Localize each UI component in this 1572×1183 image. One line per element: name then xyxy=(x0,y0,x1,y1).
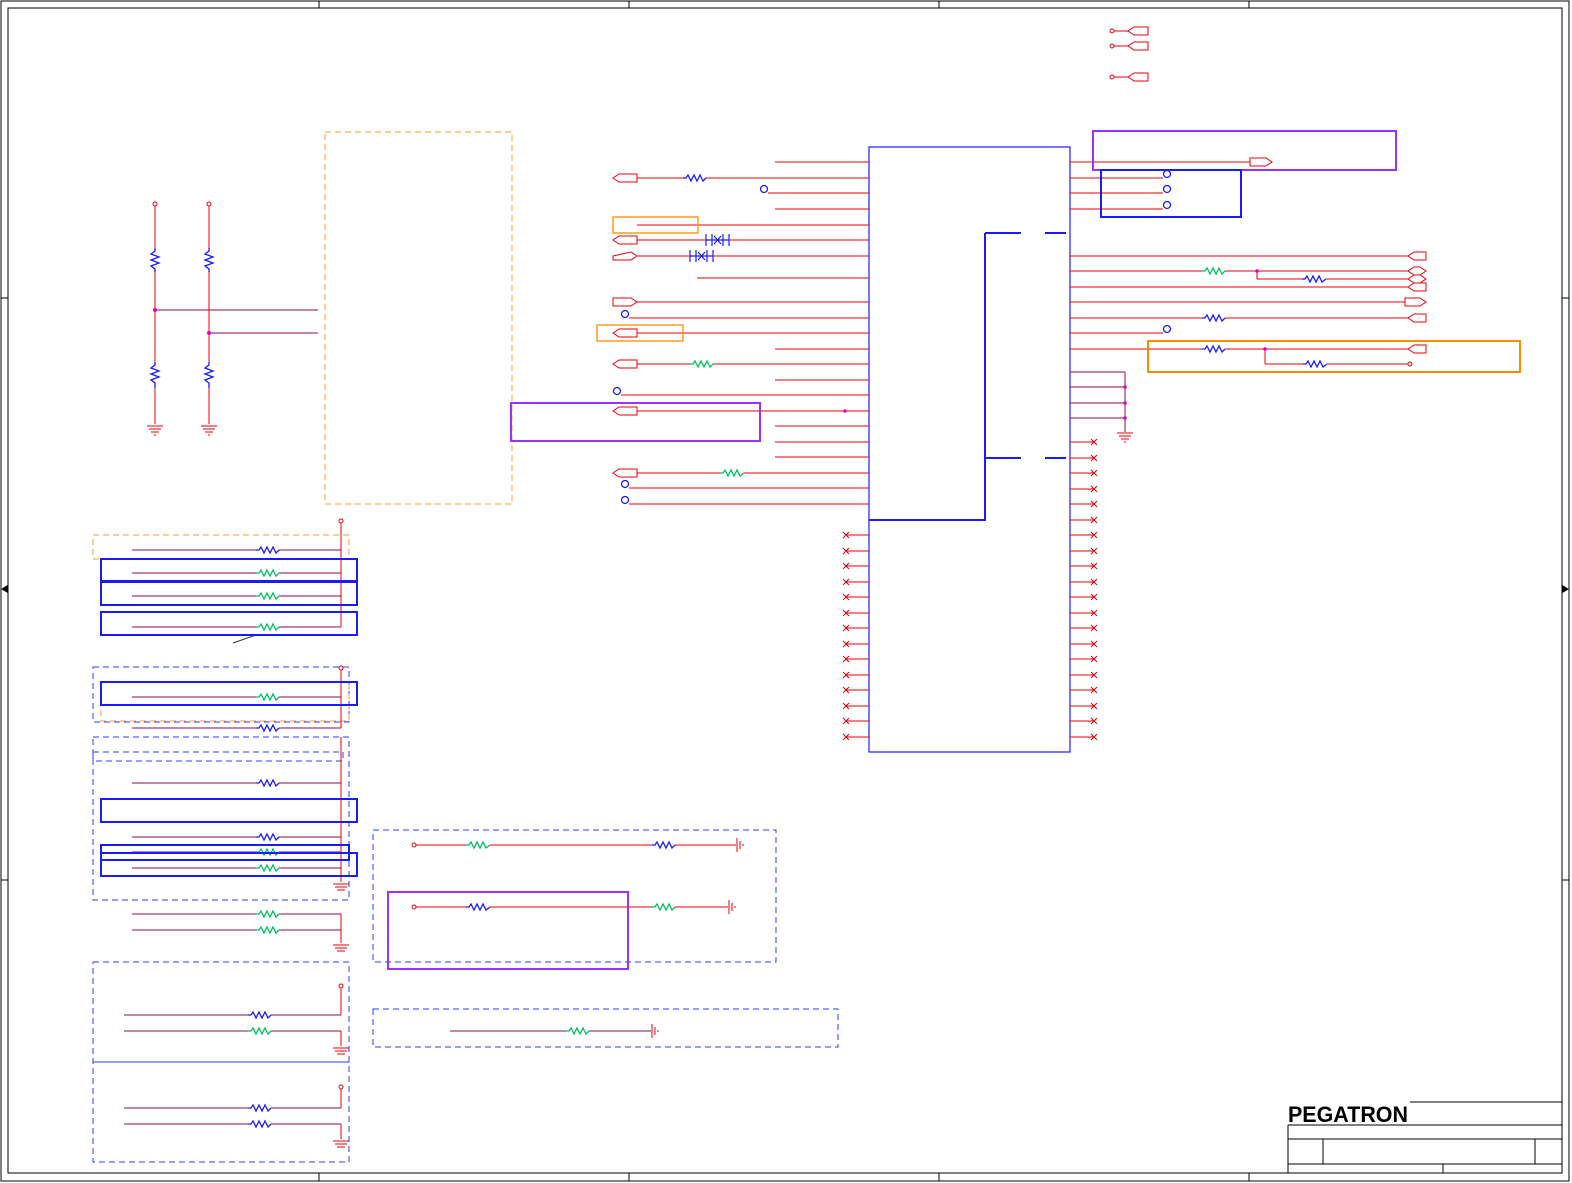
no-connect-pins-left xyxy=(842,531,869,741)
top-connectors xyxy=(1109,26,1149,82)
resistor-icon xyxy=(683,173,745,478)
ic-right-nets xyxy=(1070,157,1408,365)
highlight-box-purple xyxy=(1092,130,1397,171)
junction-dot-icon xyxy=(843,409,847,413)
strap-group-3 xyxy=(92,736,358,952)
main-ic xyxy=(868,146,1071,753)
ic-left-nets xyxy=(621,161,869,505)
ground-icon xyxy=(147,425,217,436)
schematic-sheet: PEGATRON xyxy=(0,0,1570,1182)
ground-tie-nets xyxy=(1070,371,1126,432)
strap-group-1 xyxy=(92,518,358,644)
resistor-icon xyxy=(566,1026,590,1036)
no-connect-pins-right xyxy=(1070,438,1098,741)
dashed-region-orange xyxy=(324,131,513,505)
off-page-connector-icon xyxy=(1404,251,1427,367)
ground-icon xyxy=(1117,432,1133,443)
strap-group-4 xyxy=(92,961,350,1163)
bottom-center-group-1 xyxy=(372,829,777,970)
resistor-icon xyxy=(256,692,280,733)
test-point-icon xyxy=(1162,169,1172,334)
highlight-box-purple xyxy=(510,402,761,442)
voltage-divider xyxy=(147,201,318,436)
junction-dot-icon xyxy=(1123,269,1267,420)
strap-group-2 xyxy=(92,665,358,733)
highlight-box-orange xyxy=(1147,340,1521,373)
junction-dot-icon xyxy=(153,308,211,335)
resistor-icon xyxy=(149,248,215,388)
bottom-center-group-2 xyxy=(372,1008,839,1048)
resistor-icon xyxy=(248,1010,272,1129)
resistor-icon xyxy=(466,840,676,912)
transistor-icon xyxy=(689,234,730,262)
resistor-icon xyxy=(256,778,280,935)
company-logo: PEGATRON xyxy=(1288,1102,1408,1127)
